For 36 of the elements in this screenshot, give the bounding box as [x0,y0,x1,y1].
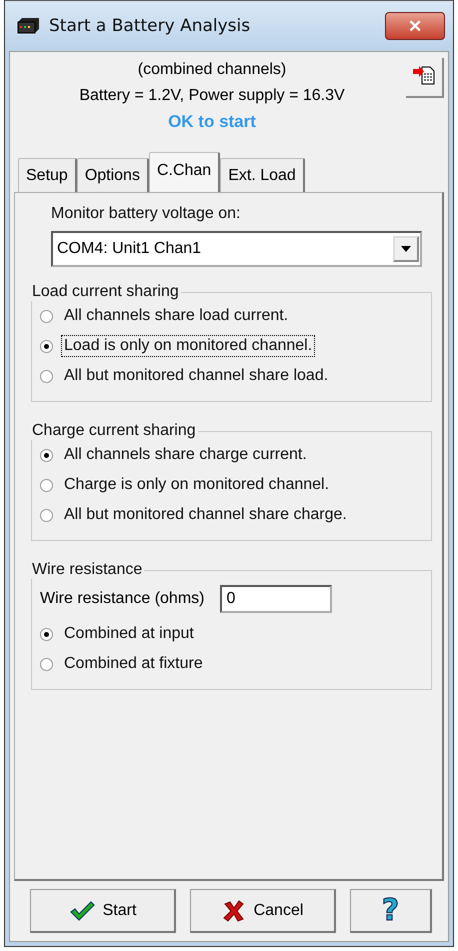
option-label[interactable]: All channels share load current. [61,305,292,327]
group-title: Charge current sharing [31,422,197,440]
radio-button[interactable] [40,310,53,322]
readings-text: Battery = 1.2V, Power supply = 16.3V [79,86,345,106]
option-label[interactable]: Charge is only on monitored channel. [61,474,332,496]
option-label[interactable]: All channels share charge current. [61,444,310,466]
radio-button[interactable] [40,508,53,522]
radio-button[interactable] [40,448,53,462]
tab[interactable]: Options [76,158,149,192]
monitor-label: Monitor battery voltage on: [51,205,242,223]
option-label[interactable]: All but monitored channel share load. [61,365,332,387]
mode-text: (combined channels) [138,60,286,80]
cross-icon [222,900,246,922]
option-label[interactable]: Combined at input [61,623,197,645]
radio-button[interactable] [40,370,53,382]
battery-analyzer-icon [15,16,41,36]
radio-button[interactable] [40,628,53,640]
tab[interactable]: Ext. Load [220,158,305,192]
cancel-button[interactable]: Cancel [190,889,336,933]
tab[interactable]: C.Chan [148,152,220,192]
window-title: Start a Battery Analysis [49,16,252,36]
start-button[interactable]: Start [30,889,176,933]
group-title: Wire resistance [31,561,144,579]
radio-button[interactable] [40,340,53,352]
field-label: Wire resistance (ohms) [40,590,204,608]
option-label[interactable]: Load is only on monitored channel. [61,335,316,357]
tab[interactable]: Setup [18,158,77,192]
channel-dropdown[interactable]: COM4: Unit1 Chan1 [51,231,422,267]
group-title: Load current sharing [31,283,180,301]
option-label[interactable]: All but monitored channel share charge. [61,504,350,526]
resistance-input[interactable]: 0 [220,585,332,613]
radio-button[interactable] [40,478,53,492]
status-text: OK to start [168,111,256,133]
checkmark-icon [68,900,95,922]
radio-button[interactable] [40,658,53,670]
option-label[interactable]: Combined at fixture [61,653,206,675]
